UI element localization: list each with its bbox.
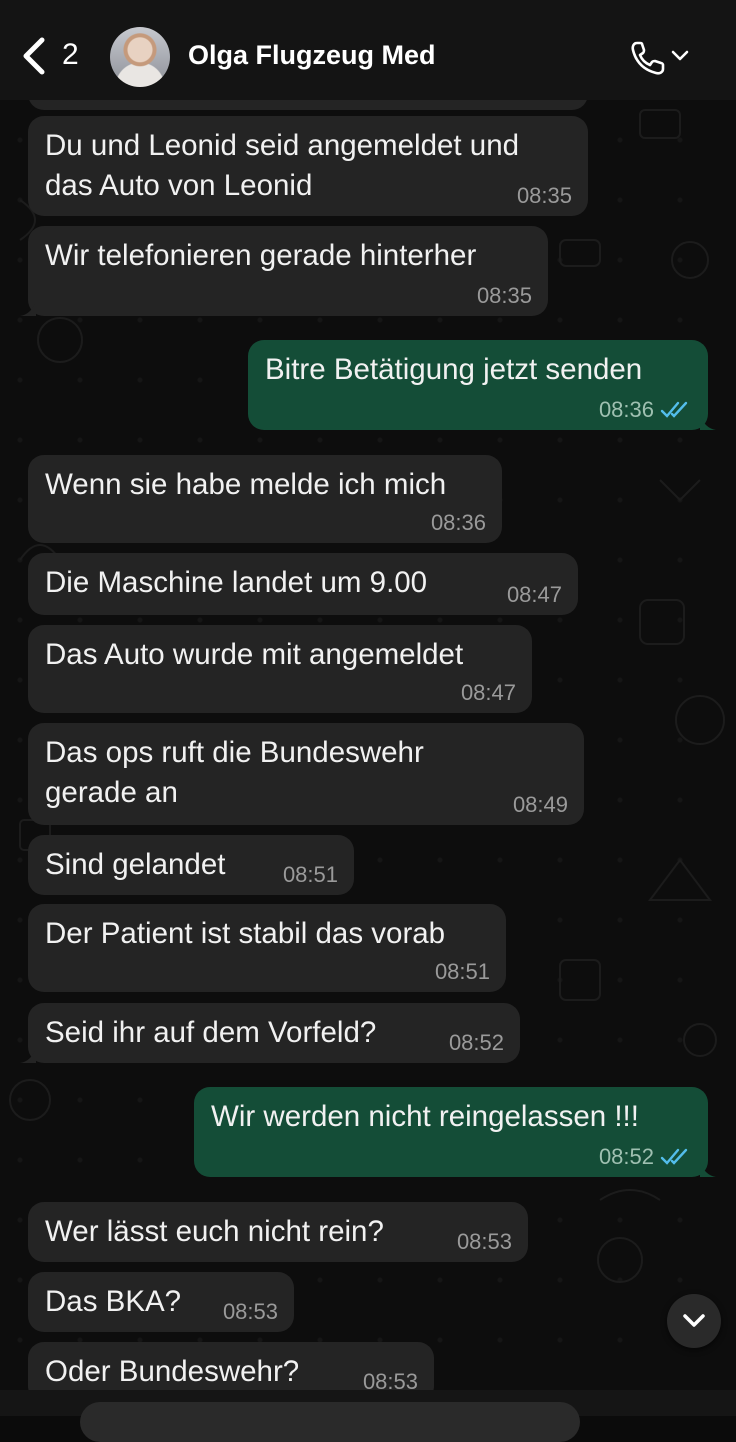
message-text: Wir telefonieren gerade hinterher — [45, 239, 477, 272]
message-text: Wenn sie habe melde ich mich — [45, 468, 447, 501]
message-timestamp: 08:35 — [476, 283, 532, 308]
outgoing-message-bubble[interactable]: Wir werden nicht reingelassen !!! 08:52 — [194, 1087, 716, 1177]
message-timestamp: 08:52 — [598, 1144, 654, 1169]
message-timestamp: 08:53 — [222, 1299, 278, 1324]
read-receipt-double-check-icon — [660, 401, 688, 418]
chat-header: 2 Olga Flugzeug Med — [0, 0, 736, 100]
message-text: Bitre Betätigung jetzt senden — [265, 353, 643, 386]
chevron-down-icon — [683, 1314, 705, 1327]
composer-bar — [0, 1390, 736, 1442]
incoming-message-bubble[interactable]: Du und Leonid seid angemeldet und das Au… — [28, 116, 588, 216]
incoming-message-bubble[interactable]: Wenn sie habe melde ich mich 08:36 — [28, 455, 502, 543]
message-timestamp: 08:53 — [456, 1229, 512, 1254]
phone-call-icon[interactable] — [628, 38, 668, 78]
message-text: Du und Leonid seid angemeldet und das Au… — [45, 129, 520, 202]
message-text: Wer lässt euch nicht rein? — [45, 1215, 384, 1248]
message-text: Wir werden nicht reingelassen !!! — [211, 1100, 639, 1133]
incoming-message-bubble[interactable]: Sind gelandet 08:51 — [28, 835, 354, 895]
bubble-tail — [700, 1161, 716, 1177]
message-timestamp: 08:47 — [460, 680, 516, 705]
message-text: Das ops ruft die Bundeswehr gerade an — [45, 736, 424, 809]
incoming-message-bubble[interactable]: Seid ihr auf dem Vorfeld? 08:52 — [20, 1003, 520, 1063]
incoming-message-bubble[interactable]: Oder Bundeswehr? 08:53 — [28, 1342, 434, 1390]
message-text: Das Auto wurde mit angemeldet — [45, 638, 464, 671]
back-chevron-icon[interactable] — [18, 36, 52, 76]
scroll-to-bottom-button[interactable] — [667, 1294, 721, 1348]
message-text: Seid ihr auf dem Vorfeld? — [45, 1016, 377, 1049]
message-text: Die Maschine landet um 9.00 — [45, 566, 428, 599]
contact-name[interactable]: Olga Flugzeug Med — [188, 40, 436, 71]
unread-chats-count[interactable]: 2 — [62, 38, 79, 72]
incoming-message-bubble[interactable]: Das Auto wurde mit angemeldet 08:47 — [28, 625, 532, 713]
outgoing-message-bubble[interactable]: Bitre Betätigung jetzt senden 08:36 — [248, 340, 716, 430]
incoming-message-bubble[interactable]: Die Maschine landet um 9.00 08:47 — [28, 553, 578, 615]
message-timestamp: 08:35 — [516, 183, 572, 208]
message-timestamp: 08:36 — [430, 510, 486, 535]
incoming-message-bubble[interactable]: Wir telefonieren gerade hinterher 08:35 — [20, 226, 548, 316]
message-input[interactable] — [80, 1402, 580, 1442]
contact-avatar[interactable] — [110, 27, 170, 87]
message-timestamp: 08:53 — [362, 1369, 418, 1391]
message-list[interactable]: Du und Leonid seid angemeldet und das Au… — [0, 0, 736, 1390]
message-timestamp: 08:49 — [512, 792, 568, 817]
incoming-message-bubble[interactable]: Der Patient ist stabil das vorab 08:51 — [28, 904, 506, 992]
message-timestamp: 08:51 — [282, 862, 338, 887]
message-text: Der Patient ist stabil das vorab — [45, 917, 446, 950]
chevron-down-icon[interactable] — [670, 46, 690, 66]
read-receipt-double-check-icon — [660, 1148, 688, 1165]
incoming-message-bubble[interactable]: Wer lässt euch nicht rein? 08:53 — [28, 1202, 528, 1262]
bubble-tail — [20, 1047, 36, 1063]
message-timestamp: 08:36 — [598, 397, 654, 422]
message-timestamp: 08:51 — [434, 959, 490, 984]
incoming-message-bubble[interactable]: Das ops ruft die Bundeswehr gerade an 08:… — [28, 723, 584, 825]
bubble-tail — [20, 300, 36, 316]
message-timestamp: 08:52 — [448, 1030, 504, 1055]
bubble-tail — [700, 414, 716, 430]
message-timestamp: 08:47 — [506, 582, 562, 607]
incoming-message-bubble[interactable]: Das BKA? 08:53 — [28, 1272, 294, 1332]
